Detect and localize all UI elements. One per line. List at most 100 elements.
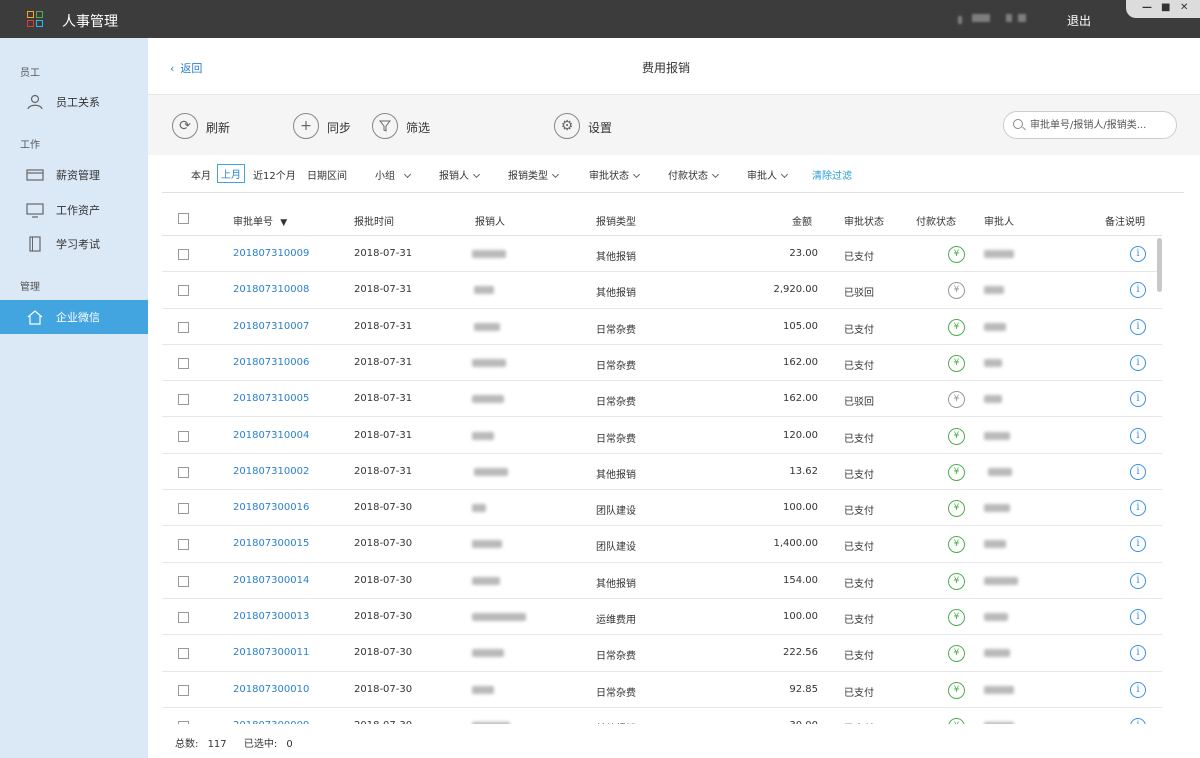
reimbursement-type: 其他报销	[596, 469, 636, 481]
table-row[interactable]: 201807310004 2018-07-31 日常杂费 120.00 已支付 ¥ i	[162, 418, 1162, 454]
filter-group-dropdown[interactable]: 小组	[375, 167, 412, 182]
table-row[interactable]: 201807300011 2018-07-30 日常杂费 222.56 已支付 ¥ i	[162, 635, 1162, 672]
maximize-icon[interactable]: ■	[1161, 2, 1170, 13]
approval-id-link[interactable]: 201807300015	[233, 538, 309, 549]
table-row[interactable]: 201807300010 2018-07-30 日常杂费 92.85 已支付 ¥ i	[162, 672, 1162, 708]
logout-button[interactable]: 退出	[1067, 12, 1091, 29]
table-row[interactable]: 201807310008 2018-07-31 其他报销 2,920.00 已驳回 ¥ i	[162, 272, 1162, 309]
filter-this-month[interactable]: 本月	[191, 167, 211, 182]
approval-status: 已支付	[844, 687, 874, 699]
info-icon[interactable]: i	[1130, 500, 1146, 517]
approval-id-link[interactable]: 201807310004	[233, 430, 309, 441]
sidebar-item-salary[interactable]: 薪资管理	[0, 158, 148, 192]
table-row[interactable]: 201807310006 2018-07-31 日常杂费 162.00 已支付 ¥ i	[162, 345, 1162, 382]
info-icon[interactable]: i	[1130, 282, 1146, 299]
search-input[interactable]	[1030, 117, 1172, 133]
approval-id-link[interactable]: 201807310005	[233, 393, 309, 404]
search-box[interactable]	[1003, 111, 1177, 139]
approval-id-link[interactable]: 201807300009	[233, 720, 309, 724]
info-icon[interactable]: i	[1130, 717, 1146, 724]
row-checkbox[interactable]	[178, 321, 189, 333]
approval-id-link[interactable]: 201807310008	[233, 284, 309, 295]
table-row[interactable]: 201807300013 2018-07-30 运维费用 100.00 已支付 ¥ i	[162, 599, 1162, 636]
approver-redacted	[984, 322, 1006, 331]
row-checkbox[interactable]	[178, 539, 189, 551]
home-icon	[27, 310, 43, 325]
row-checkbox[interactable]	[178, 503, 189, 515]
row-checkbox[interactable]	[178, 430, 189, 442]
sidebar-item-employee-relations[interactable]: 员工关系	[0, 85, 148, 119]
info-icon[interactable]: i	[1130, 427, 1146, 444]
approval-id-link[interactable]: 201807310002	[233, 466, 309, 477]
row-checkbox[interactable]	[178, 394, 189, 406]
filter-approver-dropdown[interactable]: 审批人	[747, 167, 789, 182]
row-checkbox[interactable]	[178, 720, 189, 724]
filter-approval-status-dropdown[interactable]: 审批状态	[589, 167, 641, 182]
info-icon[interactable]: i	[1130, 246, 1146, 262]
select-all-checkbox[interactable]	[178, 213, 189, 224]
table-row[interactable]: 201807300009 2018-07-30 其他报销 30.00 已支付 ¥ i	[162, 708, 1162, 724]
card-icon	[26, 169, 44, 181]
table-row[interactable]: 201807300016 2018-07-30 团队建设 100.00 已支付 ¥ i	[162, 490, 1162, 527]
approver-redacted	[984, 358, 1002, 367]
reimburser-redacted	[472, 649, 504, 658]
approval-id-link[interactable]: 201807300013	[233, 611, 309, 622]
filter-last-12-months[interactable]: 近12个月	[253, 167, 296, 182]
row-checkbox[interactable]	[178, 648, 189, 660]
approval-id-link[interactable]: 201807300011	[233, 647, 309, 658]
info-icon[interactable]: i	[1130, 681, 1146, 698]
row-checkbox[interactable]	[178, 612, 189, 623]
book-icon	[29, 236, 41, 252]
info-icon[interactable]: i	[1130, 645, 1146, 662]
minimize-icon[interactable]: —	[1142, 2, 1152, 13]
row-checkbox[interactable]	[178, 684, 189, 696]
vertical-scrollbar[interactable]	[1157, 236, 1163, 724]
info-icon[interactable]: i	[1130, 536, 1146, 553]
yen-payment-icon: ¥	[948, 717, 965, 724]
reimburser-redacted	[472, 431, 494, 440]
reimbursement-type: 团队建设	[596, 506, 636, 518]
approval-id-link[interactable]: 201807300016	[233, 502, 309, 513]
reimbursement-type: 其他报销	[596, 720, 636, 725]
info-icon[interactable]: i	[1130, 609, 1146, 625]
approval-id-link[interactable]: 201807300014	[233, 575, 309, 586]
info-icon[interactable]: i	[1130, 391, 1146, 408]
column-header-id[interactable]: 审批单号 ▼	[233, 213, 287, 228]
info-icon[interactable]: i	[1130, 318, 1146, 335]
info-icon[interactable]: i	[1130, 463, 1146, 480]
filter-type-dropdown[interactable]: 报销类型	[508, 167, 560, 182]
row-checkbox[interactable]	[178, 249, 189, 260]
info-icon[interactable]: i	[1130, 572, 1146, 589]
table-row[interactable]: 201807310002 2018-07-31 其他报销 13.62 已支付 ¥ i	[162, 454, 1162, 491]
row-checkbox[interactable]	[178, 285, 189, 297]
sidebar-item-wecom[interactable]: 企业微信	[0, 300, 148, 334]
reimburser-redacted	[472, 685, 494, 694]
row-checkbox[interactable]	[178, 357, 189, 369]
table-row[interactable]: 201807310005 2018-07-31 日常杂费 162.00 已驳回 ¥ i	[162, 381, 1162, 418]
filter-date-range[interactable]: 日期区间	[307, 167, 347, 182]
info-icon[interactable]: i	[1130, 354, 1146, 371]
scrollbar-thumb[interactable]	[1157, 238, 1162, 292]
clear-filters-button[interactable]: 清除过滤	[812, 167, 852, 182]
sidebar-item-assets[interactable]: 工作资产	[0, 193, 148, 227]
filter-reimburser-dropdown[interactable]: 报销人	[439, 167, 481, 182]
approval-id-link[interactable]: 201807310007	[233, 321, 309, 332]
approval-id-link[interactable]: 201807300010	[233, 684, 309, 695]
row-checkbox[interactable]	[178, 575, 189, 587]
approval-id-link[interactable]: 201807310009	[233, 248, 309, 259]
settings-label: 设置	[588, 121, 613, 135]
table-row[interactable]: 201807310009 2018-07-31 其他报销 23.00 已支付 ¥ i	[162, 236, 1162, 273]
selected-label: 已选中:	[243, 739, 278, 750]
table-row[interactable]: 201807300014 2018-07-30 其他报销 154.00 已支付 ¥ i	[162, 563, 1162, 599]
table-row[interactable]: 201807310007 2018-07-31 日常杂费 105.00 已支付 ¥ i	[162, 309, 1162, 345]
filter-payment-status-dropdown[interactable]: 付款状态	[668, 167, 720, 182]
filter-icon	[372, 113, 398, 139]
approver-redacted	[984, 613, 1008, 621]
approval-id-link[interactable]: 201807310006	[233, 357, 309, 368]
filter-last-month[interactable]: 上月	[217, 164, 245, 183]
row-checkbox[interactable]	[178, 466, 189, 478]
table-row[interactable]: 201807300015 2018-07-30 团队建设 1,400.00 已支付 ¥ i	[162, 526, 1162, 563]
close-icon[interactable]: ✕	[1180, 2, 1188, 13]
plus-icon: +	[293, 113, 319, 139]
sidebar-item-learning[interactable]: 学习考试	[0, 227, 148, 261]
